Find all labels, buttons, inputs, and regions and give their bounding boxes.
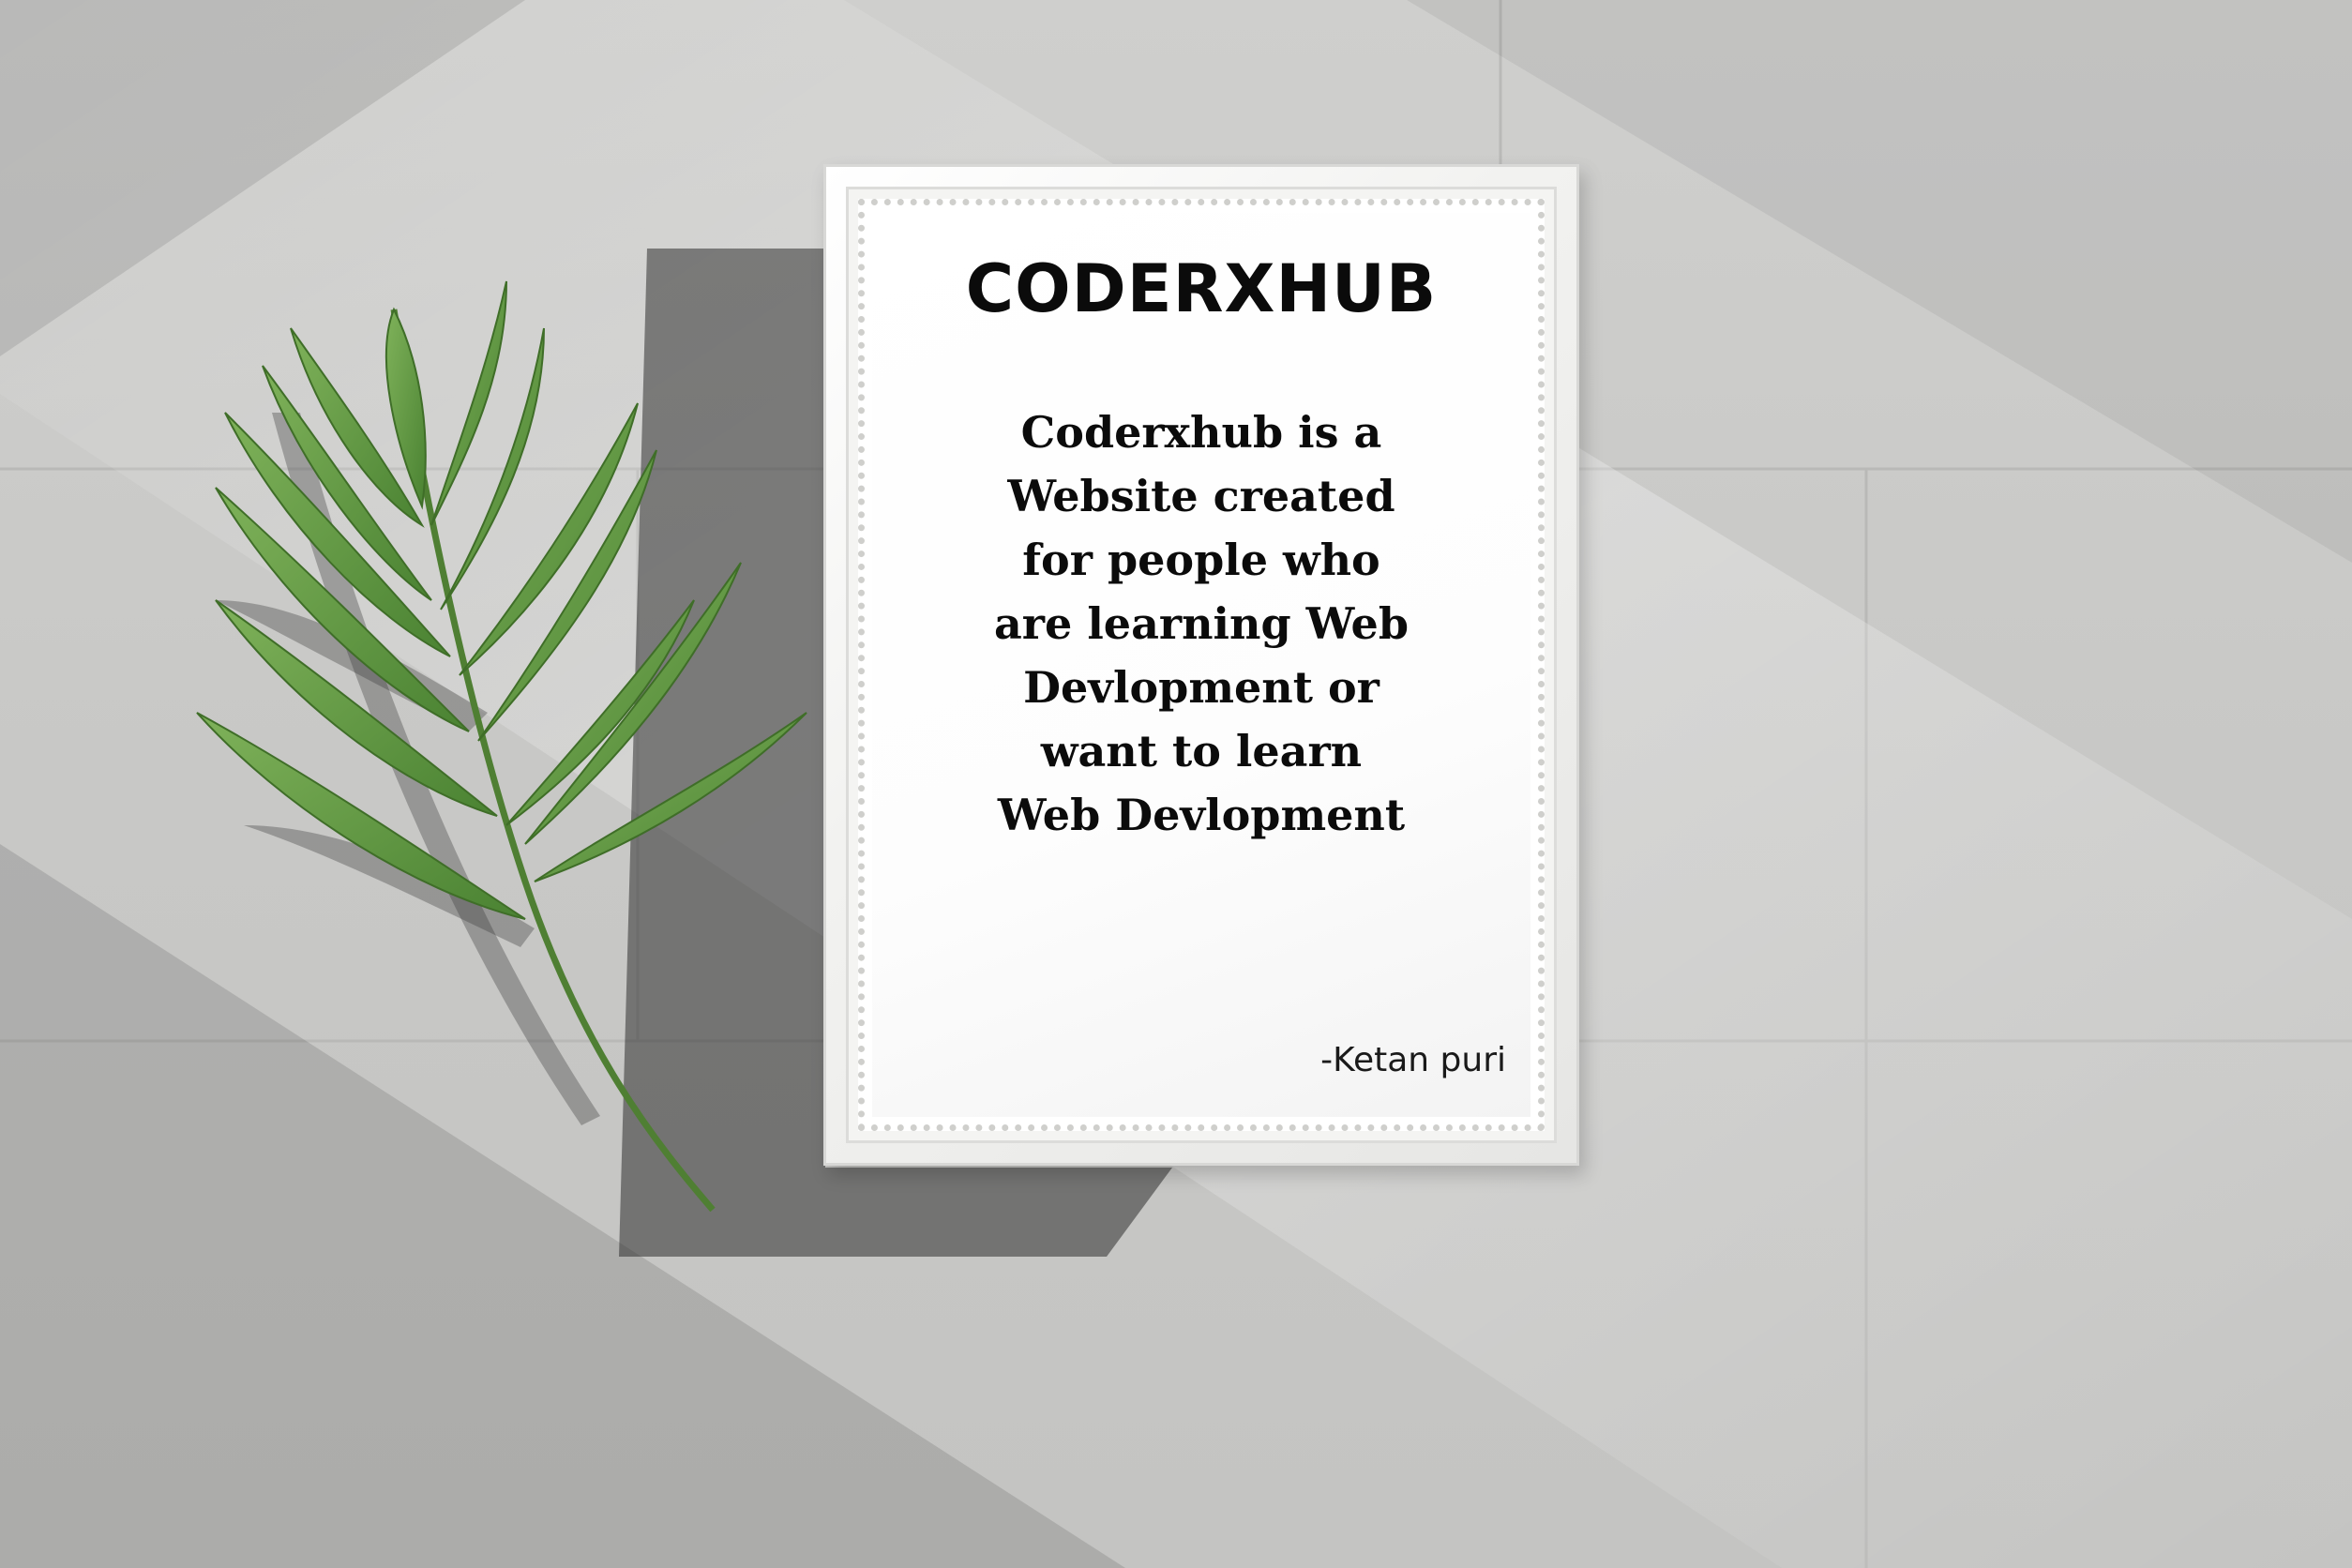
poster-body-line: for people who	[1022, 535, 1380, 585]
poster-body-line: are learning Web	[994, 598, 1409, 649]
frame-bead-border: CODERXHUB Coderxhub is a Website created…	[858, 199, 1545, 1131]
poster-body-line: want to learn	[1040, 726, 1363, 776]
poster-body: Coderxhub is a Website created for peopl…	[900, 400, 1502, 847]
poster-body-line: Coderxhub is a	[1020, 407, 1382, 458]
photo-scene: CODERXHUB Coderxhub is a Website created…	[0, 0, 2352, 1568]
poster-body-line: Web Devlopment	[997, 790, 1406, 840]
poster-body-line: Devlopment or	[1023, 662, 1380, 713]
poster-paper: CODERXHUB Coderxhub is a Website created…	[872, 213, 1530, 1117]
poster-signature: -Ketan puri	[1320, 1041, 1506, 1079]
picture-frame: CODERXHUB Coderxhub is a Website created…	[823, 164, 1579, 1166]
poster-title: CODERXHUB	[965, 250, 1438, 327]
poster-body-line: Website created	[1007, 471, 1395, 521]
